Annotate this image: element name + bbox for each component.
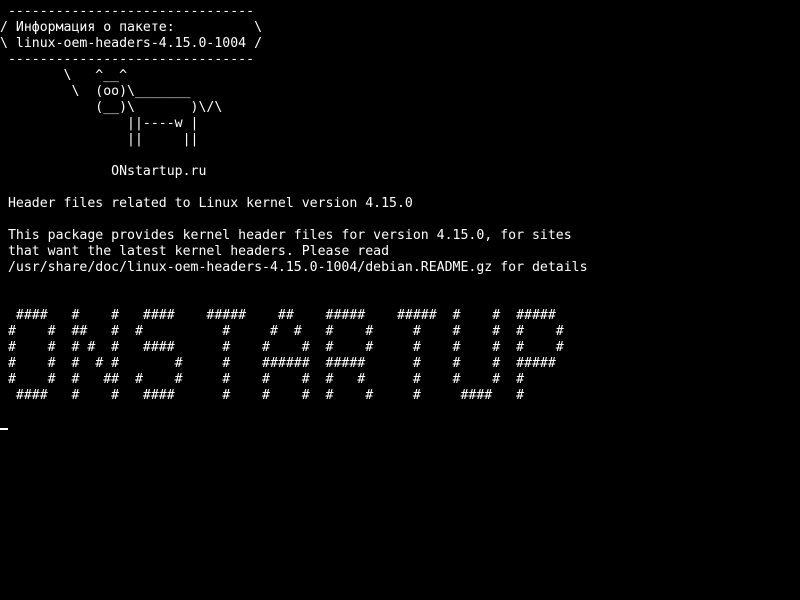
ascii-banner-line-3: # # # # # #### # # # # # # # # # # — [0, 340, 564, 355]
ascii-banner-line-5: # # # ## # # # # # # # # # # # — [0, 372, 525, 387]
ascii-banner-line-2: # # ## # # # # # # # # # # # # — [0, 324, 564, 339]
terminal-screen[interactable]: ------------------------------- / Информ… — [0, 0, 800, 600]
package-description-line-2: that want the latest kernel headers. Ple… — [0, 244, 390, 259]
cowsay-bubble-top: ------------------------------- — [0, 4, 255, 19]
cowsay-cow-body: (__)\ )\/\ — [0, 100, 223, 115]
ascii-banner-line-6: #### # # #### # # # # # # #### # — [0, 388, 525, 403]
ascii-banner-line-1: #### # # #### ##### ## ##### ##### # # #… — [0, 308, 556, 323]
cowsay-bubble-package: \ linux-oem-headers-4.15.0-1004 / — [0, 36, 263, 51]
cowsay-cow-ears: \ ^__^ — [0, 68, 128, 83]
cowsay-cow-head: \ (oo)\_______ — [0, 84, 191, 99]
cowsay-bubble-title: / Информация о пакете: \ — [0, 20, 263, 35]
package-summary: Header files related to Linux kernel ver… — [0, 196, 413, 211]
cowsay-cow-legs-lower: || || — [0, 132, 199, 147]
site-credit: ONstartup.ru — [0, 164, 207, 179]
cowsay-bubble-bottom: ------------------------------- — [0, 52, 255, 67]
ascii-banner-line-4: # # # # # # # ###### ##### # # # ##### — [0, 356, 556, 371]
package-description-line-1: This package provides kernel header file… — [0, 228, 572, 243]
terminal-cursor — [0, 428, 8, 430]
package-description-line-3: /usr/share/doc/linux-oem-headers-4.15.0-… — [0, 260, 588, 275]
cowsay-cow-legs-upper: ||----w | — [0, 116, 199, 131]
